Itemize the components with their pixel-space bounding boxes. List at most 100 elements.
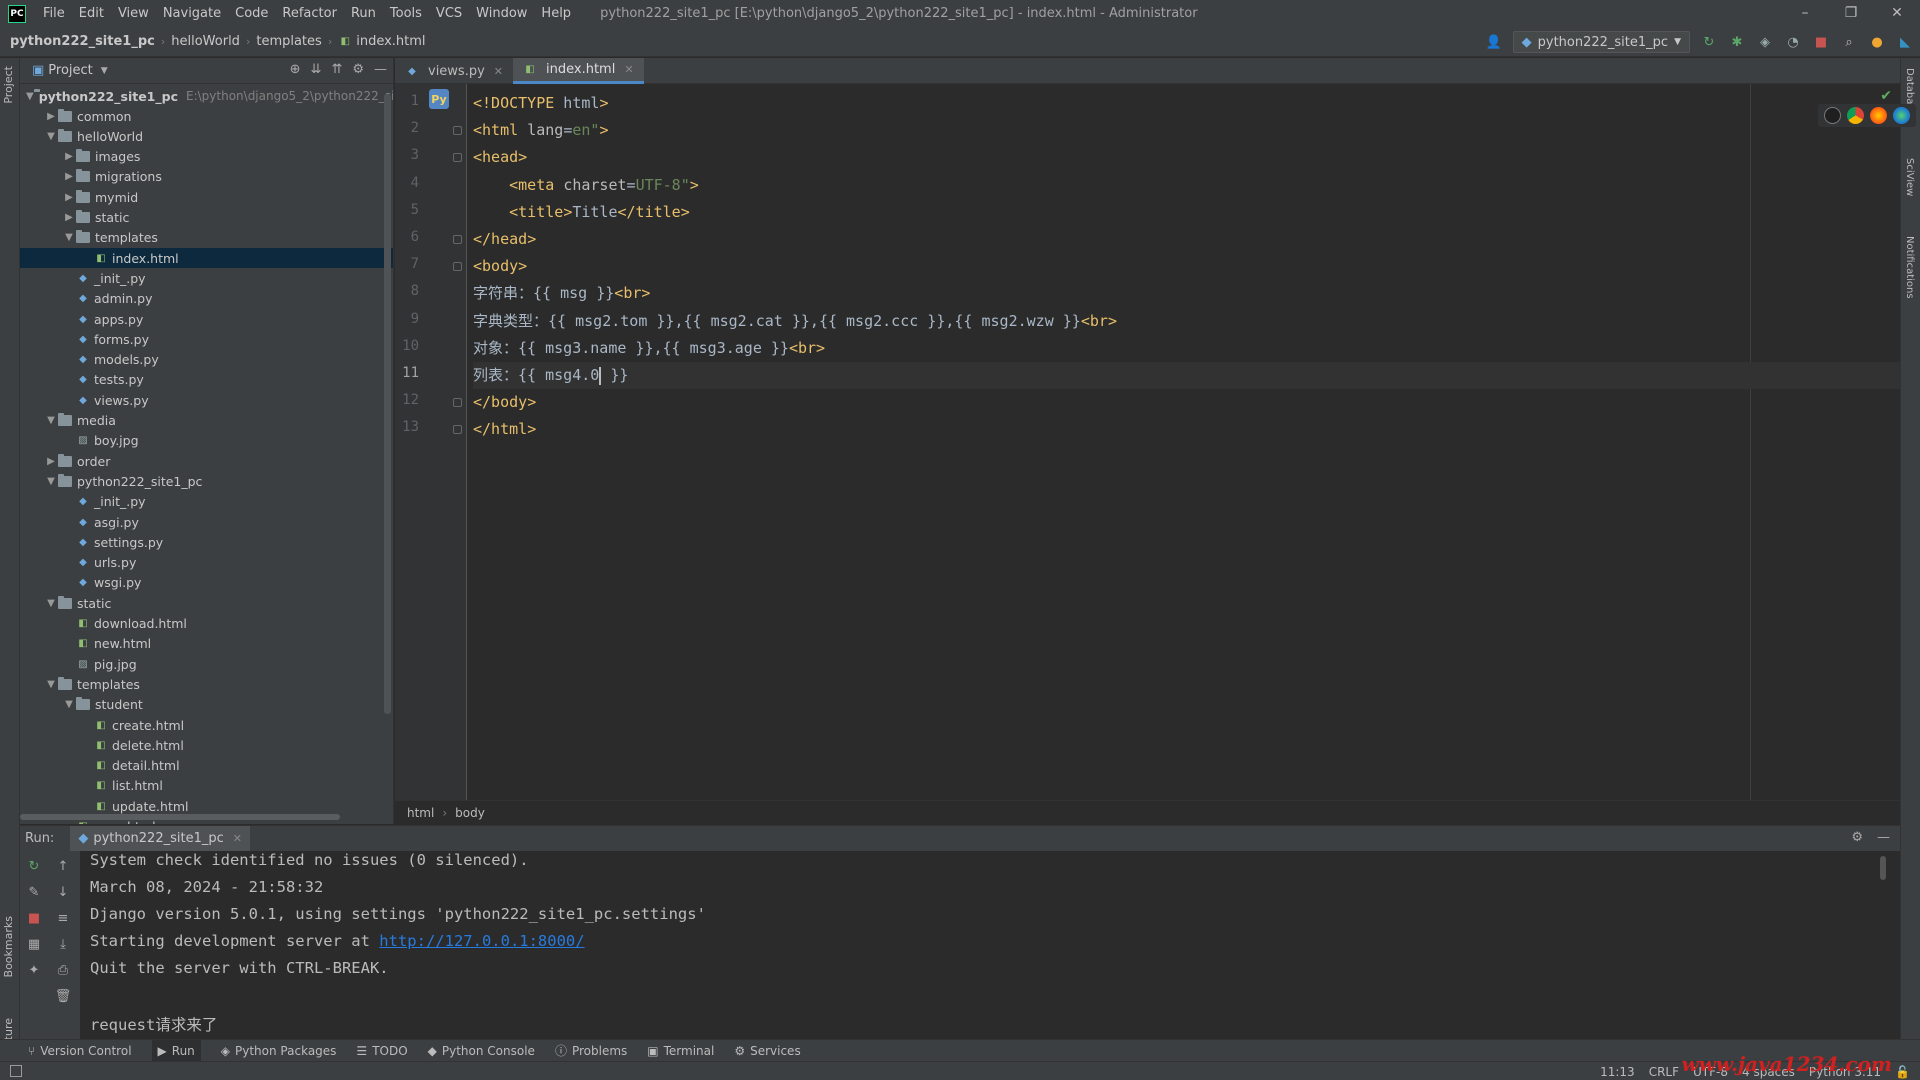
tree-folder[interactable]: ▶ order (20, 451, 393, 471)
close-icon[interactable]: ✕ (233, 832, 242, 845)
code-line[interactable]: <head> (473, 144, 1900, 171)
line-separator[interactable]: CRLF (1649, 1065, 1679, 1079)
tree-folder[interactable]: ▶ common (20, 106, 393, 126)
code-line[interactable]: </html> (473, 416, 1900, 443)
chevron-right-icon[interactable]: ▶ (62, 171, 76, 182)
profile-icon[interactable]: ◔ (1784, 33, 1802, 51)
tree-file[interactable]: ◆ wsgi.py (20, 573, 393, 593)
user-icon[interactable]: 👤 (1485, 33, 1503, 51)
restore-button[interactable]: ❐ (1828, 0, 1874, 27)
run-tab[interactable]: ◆ python222_site1_pc ✕ (70, 825, 250, 852)
rerun-icon[interactable]: ↻ (25, 857, 43, 875)
lock-icon[interactable]: 🔓 (1895, 1065, 1910, 1079)
layout-icon[interactable]: ▦ (25, 935, 43, 953)
close-icon[interactable]: ✕ (494, 65, 503, 78)
code-line[interactable]: </body> (473, 389, 1900, 416)
update-icon[interactable]: ● (1868, 33, 1886, 51)
menu-run[interactable]: Run (344, 0, 383, 27)
sciview-tool-tab[interactable]: SciView (1904, 158, 1915, 196)
menu-code[interactable]: Code (228, 0, 275, 27)
chevron-down-icon[interactable]: ▼ (44, 415, 58, 426)
tree-file[interactable]: ◆ _init_.py (20, 268, 393, 288)
soft-wrap-icon[interactable]: ≡ (54, 909, 72, 927)
collapse-all-icon[interactable]: ⇈ (331, 62, 342, 77)
project-tool-tab[interactable]: Project (2, 66, 15, 104)
menu-window[interactable]: Window (469, 0, 534, 27)
chevron-right-icon[interactable]: ▶ (62, 151, 76, 162)
console-scrollbar[interactable] (1880, 856, 1886, 880)
breadcrumb-helloworld[interactable]: helloWorld (171, 34, 240, 49)
breadcrumb-project[interactable]: python222_site1_pc (10, 34, 155, 49)
code-line[interactable]: </head> (473, 226, 1900, 253)
stop-icon[interactable]: ■ (1812, 33, 1830, 51)
notifications-tool-tab[interactable]: Notifications (1904, 236, 1915, 299)
menu-tools[interactable]: Tools (383, 0, 429, 27)
scroll-to-end-icon[interactable]: ⤓ (54, 935, 72, 953)
fold-marker-icon[interactable] (453, 425, 462, 435)
gear-icon[interactable]: ⚙ (352, 62, 364, 77)
menu-vcs[interactable]: VCS (429, 0, 469, 27)
fold-marker-icon[interactable] (453, 153, 462, 163)
tree-folder[interactable]: ▼ helloWorld (20, 126, 393, 146)
toggle-tool-windows-icon[interactable] (10, 1065, 22, 1077)
menu-help[interactable]: Help (534, 0, 578, 27)
fold-marker-icon[interactable] (453, 126, 462, 136)
tab-todo[interactable]: ☰ TODO (356, 1044, 407, 1058)
chevron-down-icon[interactable]: ▼ (44, 476, 58, 487)
tab-services[interactable]: ⚙ Services (734, 1044, 800, 1058)
tree-folder[interactable]: ▶ migrations (20, 167, 393, 187)
tree-folder[interactable]: ▼ student (20, 695, 393, 715)
fold-marker-icon[interactable] (453, 398, 462, 408)
tree-file[interactable]: ◆ asgi.py (20, 512, 393, 532)
tree-file[interactable]: ◆ models.py (20, 350, 393, 370)
code-line[interactable]: 字符串：{{ msg }}<br> (473, 280, 1900, 307)
run-console[interactable]: System check identified no issues (0 sil… (80, 851, 1900, 1039)
minimize-button[interactable]: – (1782, 0, 1828, 27)
chevron-right-icon[interactable]: ▶ (62, 192, 76, 203)
breadcrumb-file[interactable]: ◧ index.html (338, 34, 425, 49)
rerun-icon[interactable]: ↻ (1700, 33, 1718, 51)
arrow-down-icon[interactable]: ↓ (54, 883, 72, 901)
hide-panel-icon[interactable]: — (1877, 830, 1890, 845)
tree-folder[interactable]: ▼ static (20, 593, 393, 613)
breadcrumb-templates[interactable]: templates (256, 34, 321, 49)
tree-file[interactable]: ◆ settings.py (20, 532, 393, 552)
stop-icon[interactable]: ■ (25, 909, 43, 927)
tree-root[interactable]: ▼ python222_site1_pc E:\python\django5_2… (20, 86, 393, 106)
expand-all-icon[interactable]: ⇊ (311, 62, 322, 77)
tree-folder[interactable]: ▶ static (20, 208, 393, 228)
tree-file[interactable]: ◆ tests.py (20, 370, 393, 390)
editor-breadcrumb-body[interactable]: body (455, 806, 485, 820)
wrench-icon[interactable]: ✎ (25, 883, 43, 901)
tree-file[interactable]: ◆ admin.py (20, 289, 393, 309)
project-panel-title[interactable]: Project (48, 63, 92, 78)
tab-views-py[interactable]: ◆ views.py ✕ (395, 58, 513, 84)
gear-icon[interactable]: ⚙ (1851, 830, 1863, 845)
tree-file[interactable]: ◆ views.py (20, 390, 393, 410)
tree-file[interactable]: ◧ delete.html (20, 735, 393, 755)
tree-file[interactable]: ◧ new.html (20, 634, 393, 654)
run-configuration-select[interactable]: ◆ python222_site1_pc ▼ (1512, 31, 1690, 53)
code-line[interactable]: 列表：{{ msg4.0 }} (473, 362, 1900, 389)
tree-file[interactable]: ◧ list.html (20, 776, 393, 796)
menu-refactor[interactable]: Refactor (275, 0, 344, 27)
tree-folder[interactable]: ▶ mymid (20, 187, 393, 207)
editor-breadcrumb-html[interactable]: html (407, 806, 434, 820)
chevron-down-icon[interactable]: ▼ (44, 131, 58, 142)
project-vertical-scrollbar[interactable] (384, 94, 391, 714)
python-console-gutter-icon[interactable]: Py (429, 89, 449, 109)
bookmarks-tool-tab[interactable]: Bookmarks (2, 916, 15, 977)
tab-python-console[interactable]: ◆ Python Console (428, 1044, 535, 1058)
tab-python-packages[interactable]: ◈ Python Packages (221, 1044, 337, 1058)
search-icon[interactable]: ⌕ (1840, 33, 1858, 51)
fold-marker-icon[interactable] (453, 262, 462, 272)
tree-file[interactable]: ◆ _init_.py (20, 492, 393, 512)
tab-run[interactable]: ▶ Run (151, 1039, 201, 1062)
tab-version-control[interactable]: ⑂ Version Control (28, 1044, 132, 1058)
chevron-down-icon[interactable]: ▼ (44, 598, 58, 609)
code-line[interactable]: 字典类型：{{ msg2.tom }},{{ msg2.cat }},{{ ms… (473, 308, 1900, 335)
code-area[interactable]: ✔ <!DOCTYPE html> <html lang=en"> <head> <… (473, 84, 1916, 800)
tree-file[interactable]: ◧ create.html (20, 715, 393, 735)
tree-file[interactable]: ◆ forms.py (20, 329, 393, 349)
close-icon[interactable]: ✕ (624, 63, 633, 76)
